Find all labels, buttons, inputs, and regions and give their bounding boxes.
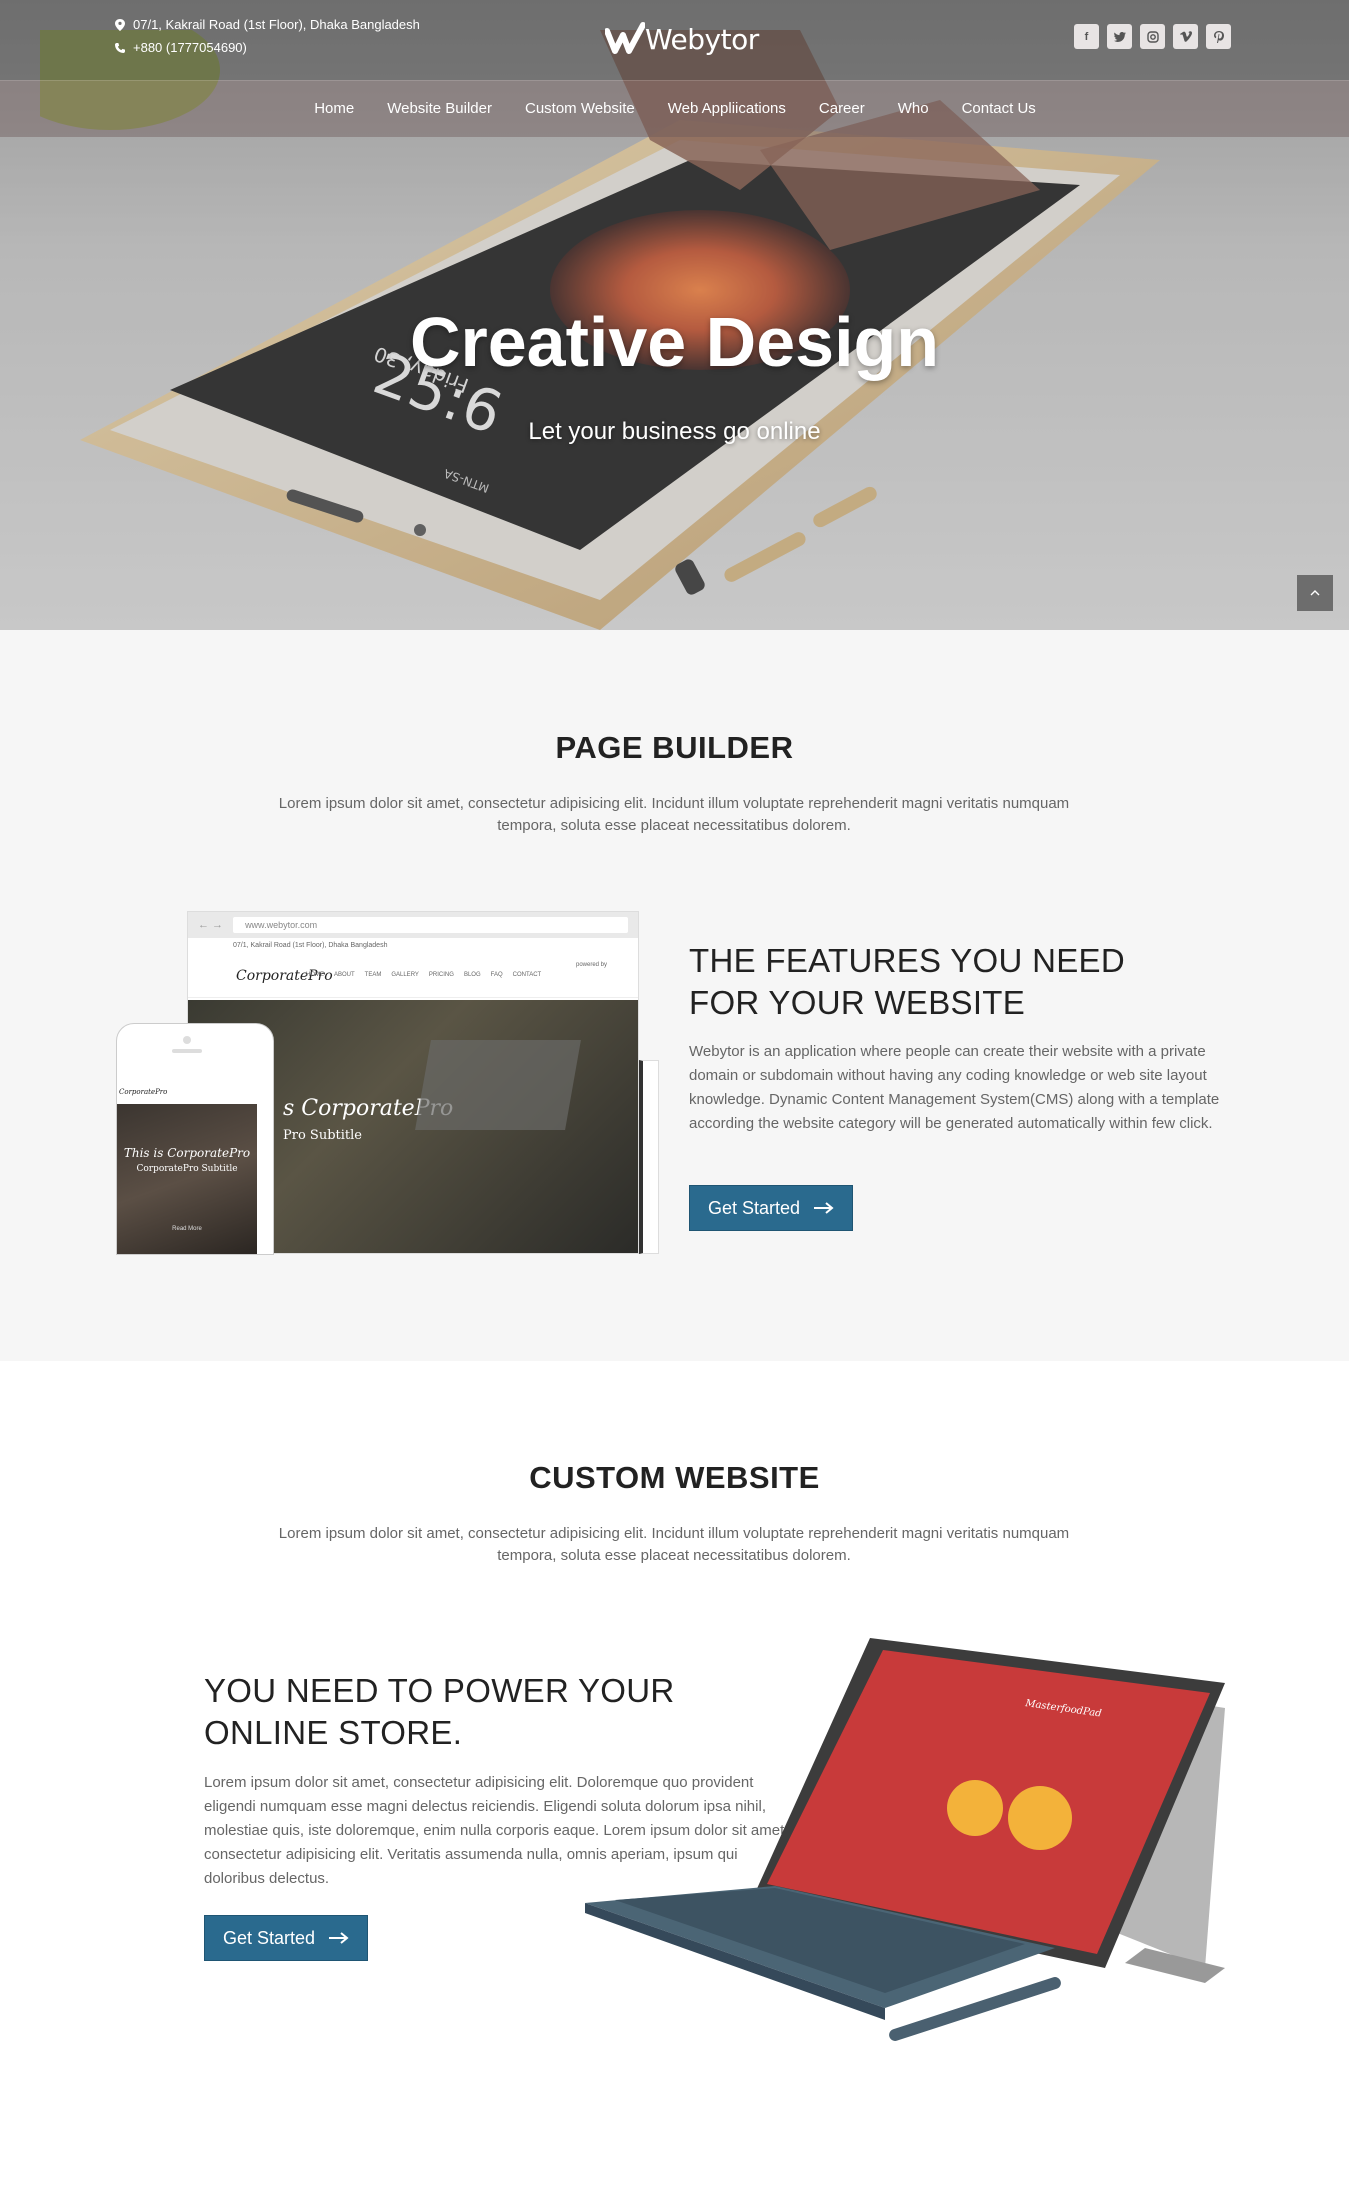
mockup-laptop-image: [415, 1040, 581, 1130]
page-builder-title: PAGE BUILDER: [555, 730, 794, 765]
nav-website-builder[interactable]: Website Builder: [371, 100, 508, 117]
hero-subtitle: Let your business go online: [528, 418, 821, 445]
mockup-menu: HOME ABOUT TEAM GALLERY PRICING BLOG FAQ CONTAC…: [306, 972, 542, 978]
get-started-label: Get Started: [708, 1197, 801, 1218]
surface-laptop-image: MasterfoodPad: [585, 1638, 1225, 2041]
nav-custom-website[interactable]: Custom Website: [509, 100, 651, 117]
main-nav: Home Website Builder Custom Website Web …: [0, 80, 1349, 137]
get-started-label: Get Started: [223, 1927, 316, 1948]
arrow-right-icon: [329, 1932, 349, 1944]
mobile-mockup-brand: CorporatePro: [119, 1088, 168, 1096]
map-marker-icon: [115, 18, 125, 31]
nav-who[interactable]: Who: [882, 100, 945, 117]
get-started-button-custom[interactable]: Get Started: [204, 1915, 369, 1961]
social-links: f: [1074, 24, 1231, 49]
instagram-icon[interactable]: [1140, 24, 1165, 49]
mockup-address: 07/1, Kakrail Road (1st Floor), Dhaka Ba…: [233, 942, 388, 949]
logo-w-mark: [605, 22, 645, 54]
arrow-right-icon: [814, 1202, 834, 1214]
address-line: 07/1, Kakrail Road (1st Floor), Dhaka Ba…: [115, 17, 420, 32]
mobile-mockup-screen: This is CorporatePro CorporatePro Subtit…: [117, 1104, 257, 1254]
tablet-mockup-edge: [639, 1060, 659, 1254]
features-title: THE FEATURES YOU NEED FOR YOUR WEBSITE: [689, 942, 1125, 1021]
twitter-icon[interactable]: [1107, 24, 1132, 49]
nav-contact-us[interactable]: Contact Us: [946, 100, 1052, 117]
logo[interactable]: Webytor: [605, 14, 759, 64]
hero-title: Creative Design: [409, 303, 940, 381]
custom-website-description: Lorem ipsum dolor sit amet, consectetur …: [278, 1525, 1070, 1564]
page-builder-description: Lorem ipsum dolor sit amet, consectetur …: [278, 795, 1070, 834]
mockup-site-header: 07/1, Kakrail Road (1st Floor), Dhaka Ba…: [188, 938, 638, 998]
nav-career[interactable]: Career: [803, 100, 881, 117]
facebook-icon[interactable]: f: [1074, 24, 1099, 49]
phone-icon: [115, 42, 125, 53]
pinterest-icon[interactable]: [1206, 24, 1231, 49]
phone-number[interactable]: +880 (1777054690): [133, 40, 247, 55]
custom-website-title: CUSTOM WEBSITE: [529, 1460, 820, 1495]
nav-web-applications[interactable]: Web Appliications: [652, 100, 802, 117]
chevron-up-icon: [1310, 590, 1320, 596]
features-text: Webytor is an application where people c…: [689, 1043, 1220, 1132]
address-text: 07/1, Kakrail Road (1st Floor), Dhaka Ba…: [133, 17, 420, 32]
vimeo-icon[interactable]: [1173, 24, 1198, 49]
mobile-mockup-button: Read More: [172, 1226, 202, 1232]
mobile-mockup-subtitle: CorporatePro Subtitle: [136, 1164, 238, 1174]
browser-url: www.webytor.com: [233, 917, 628, 933]
nav-home[interactable]: Home: [298, 100, 370, 117]
mobile-mockup-title: This is CorporatePro: [123, 1146, 251, 1160]
browser-nav-arrows-icon: ← →: [198, 919, 224, 931]
get-started-button-builder[interactable]: Get Started: [689, 1185, 854, 1231]
scroll-to-top-button[interactable]: [1297, 575, 1333, 611]
logo-text: Webytor: [645, 22, 759, 56]
mockup-powered-by: powered by: [576, 962, 608, 968]
mobile-mockup: CorporatePro This is CorporatePro Corpor…: [116, 1023, 274, 1255]
phone-line: +880 (1777054690): [115, 40, 247, 55]
mockup-hero-subtitle: Pro Subtitle: [283, 1128, 362, 1143]
browser-toolbar: ← → www.webytor.com: [188, 912, 638, 938]
